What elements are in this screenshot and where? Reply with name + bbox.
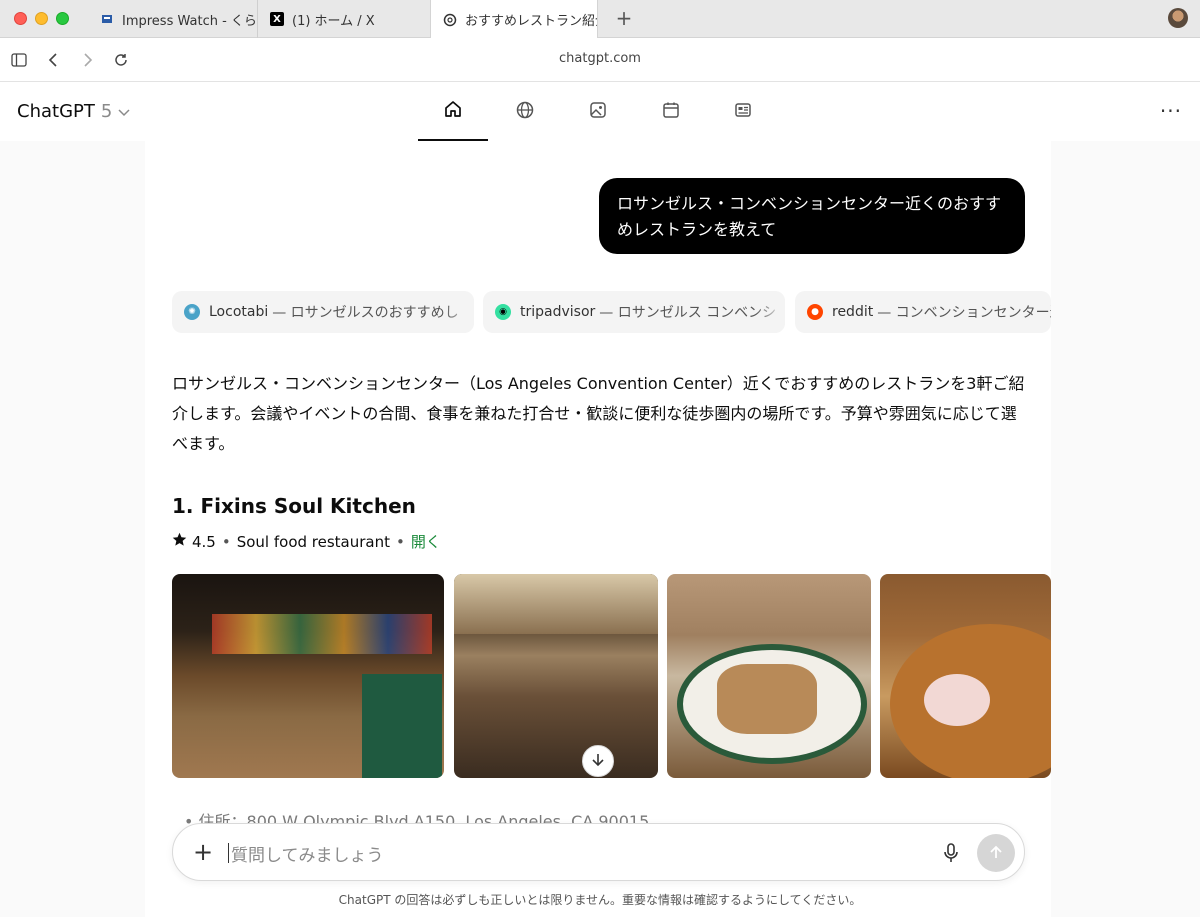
zoom-window-button[interactable] bbox=[56, 12, 69, 25]
tab-label: Impress Watch - くら bbox=[122, 13, 257, 29]
browser-tab-chatgpt[interactable]: おすすめレストラン紹介 bbox=[430, 0, 598, 39]
browser-tab-x[interactable]: X (1) ホーム / X bbox=[258, 0, 428, 38]
source-chip-locotabi[interactable]: ✺ Locotabi — ロサンゼルスのおすすめし bbox=[172, 291, 474, 333]
text-caret bbox=[228, 843, 229, 863]
source-chip-tripadvisor[interactable]: ◉ tripadvisor — ロサンゼルス コンベンシ bbox=[483, 291, 785, 333]
arrow-up-icon bbox=[989, 843, 1003, 864]
sources-row: ✺ Locotabi — ロサンゼルスのおすすめし ◉ tripadvisor … bbox=[172, 291, 1051, 333]
separator-dot: • bbox=[221, 532, 231, 551]
tab-label: (1) ホーム / X bbox=[292, 13, 375, 29]
tab-search[interactable] bbox=[490, 83, 560, 141]
tab-home[interactable] bbox=[418, 83, 488, 141]
source-snippet: — ロサンゼルス コンベンシ bbox=[599, 305, 777, 321]
reddit-icon: ● bbox=[807, 304, 823, 320]
arrow-down-icon bbox=[591, 752, 605, 771]
impress-icon bbox=[100, 12, 114, 26]
tab-calendar[interactable] bbox=[636, 83, 706, 141]
more-options-icon[interactable]: ··· bbox=[1160, 99, 1182, 123]
url-field[interactable]: chatgpt.com bbox=[0, 51, 1200, 66]
source-chip-reddit[interactable]: ● reddit — コンベンションセンター近 bbox=[795, 291, 1051, 333]
model-name: ChatGPT bbox=[17, 101, 95, 122]
source-name: Locotabi bbox=[209, 304, 269, 320]
minimize-window-button[interactable] bbox=[35, 12, 48, 25]
page-gutter-left bbox=[0, 141, 145, 917]
chevron-down-icon bbox=[118, 101, 130, 122]
restaurant-photo[interactable] bbox=[454, 574, 658, 778]
calendar-icon bbox=[661, 100, 681, 124]
open-status: 開く bbox=[410, 533, 441, 551]
microphone-icon[interactable] bbox=[941, 842, 961, 864]
add-attachment-button[interactable]: + bbox=[193, 838, 213, 866]
separator-dot: • bbox=[396, 532, 405, 551]
rating-value: 4.5 bbox=[192, 532, 216, 551]
tab-images[interactable] bbox=[563, 83, 633, 141]
home-icon bbox=[443, 99, 463, 123]
source-snippet: — コンベンションセンター近 bbox=[877, 305, 1051, 321]
user-message-bubble: ロサンゼルス・コンベンションセンター近くのおすすめレストランを教えて bbox=[599, 178, 1025, 254]
browser-tab-bar: Impress Watch - くら X (1) ホーム / X おすすめレスト… bbox=[0, 0, 1200, 39]
message-composer[interactable]: + 質問してみましょう bbox=[172, 823, 1025, 881]
disclaimer-text: ChatGPT の回答は必ずしも正しいとは限りません。重要な情報は確認するように… bbox=[338, 893, 862, 907]
app-header: ChatGPT 5 ··· bbox=[0, 83, 1200, 141]
globe-icon bbox=[515, 100, 535, 124]
restaurant-title: 1. Fixins Soul Kitchen bbox=[172, 494, 416, 518]
page-gutter-right bbox=[1051, 141, 1200, 917]
restaurant-category: Soul food restaurant bbox=[236, 532, 390, 551]
news-icon bbox=[733, 100, 753, 124]
restaurant-photo[interactable] bbox=[172, 574, 444, 778]
restaurant-meta: 4.5 • Soul food restaurant • 開く bbox=[172, 531, 441, 552]
x-icon: X bbox=[270, 12, 284, 26]
tripadvisor-icon: ◉ bbox=[495, 304, 511, 320]
restaurant-photo[interactable] bbox=[880, 574, 1051, 778]
scroll-down-button[interactable] bbox=[582, 745, 614, 777]
source-snippet: — ロサンゼルスのおすすめし bbox=[272, 305, 459, 321]
message-input[interactable]: 質問してみましょう bbox=[231, 841, 384, 866]
model-selector[interactable]: ChatGPT 5 bbox=[17, 101, 130, 122]
browser-tab-impress[interactable]: Impress Watch - くら bbox=[88, 0, 258, 38]
chatgpt-icon bbox=[443, 13, 457, 27]
tab-news[interactable] bbox=[708, 83, 778, 141]
chat-area bbox=[145, 141, 1051, 917]
image-icon bbox=[588, 100, 608, 124]
locotabi-icon: ✺ bbox=[184, 304, 200, 320]
source-name: reddit bbox=[832, 304, 874, 320]
profile-avatar[interactable] bbox=[1168, 8, 1188, 28]
send-button[interactable] bbox=[977, 834, 1015, 872]
tab-label: おすすめレストラン紹介 bbox=[465, 14, 597, 29]
source-name: tripadvisor bbox=[520, 304, 596, 320]
model-version: 5 bbox=[100, 101, 113, 122]
star-icon bbox=[172, 532, 187, 551]
address-bar: chatgpt.com bbox=[0, 38, 1200, 82]
restaurant-photo[interactable] bbox=[667, 574, 871, 778]
close-window-button[interactable] bbox=[14, 12, 27, 25]
new-tab-button[interactable]: + bbox=[612, 6, 636, 30]
assistant-intro-text: ロサンゼルス・コンベンションセンター（Los Angeles Conventio… bbox=[172, 374, 1025, 453]
restaurant-photo-carousel bbox=[172, 574, 1051, 778]
